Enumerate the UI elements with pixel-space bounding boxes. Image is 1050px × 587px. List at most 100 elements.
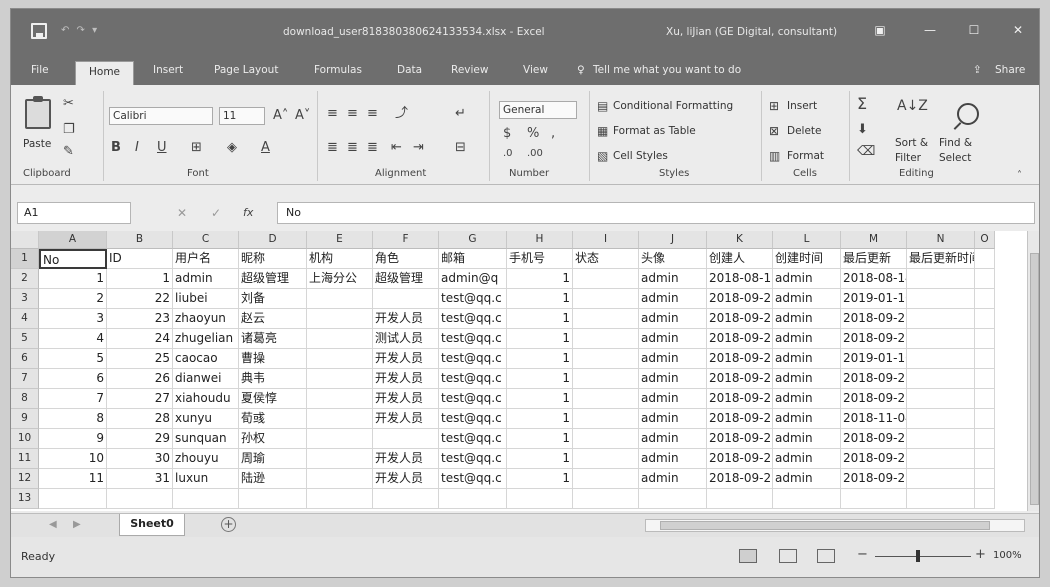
row-header[interactable]: 1 bbox=[11, 249, 39, 269]
tab-insert[interactable]: Insert bbox=[153, 64, 183, 76]
table-cell[interactable]: 诸葛亮 bbox=[239, 329, 307, 349]
table-cell[interactable]: 1 bbox=[507, 369, 573, 389]
table-cell[interactable]: caocao bbox=[173, 349, 239, 369]
table-cell[interactable]: admin bbox=[639, 409, 707, 429]
header-cell[interactable]: 最后更新 bbox=[841, 249, 907, 269]
table-cell[interactable]: admin bbox=[639, 449, 707, 469]
tab-file[interactable]: File bbox=[31, 64, 49, 76]
table-cell[interactable] bbox=[573, 309, 639, 329]
sort-filter-label-1[interactable]: Sort & bbox=[895, 137, 928, 149]
formula-input[interactable]: No bbox=[277, 202, 1035, 224]
table-cell[interactable]: 2018-09-23 19:45:57 bbox=[841, 369, 907, 389]
tab-home[interactable]: Home bbox=[75, 61, 135, 85]
table-cell[interactable] bbox=[975, 349, 995, 369]
paste-icon[interactable] bbox=[25, 96, 51, 129]
column-header-o[interactable]: O bbox=[975, 231, 995, 249]
align-bottom-icon[interactable]: ≡ bbox=[367, 107, 378, 121]
table-cell[interactable] bbox=[439, 489, 507, 509]
column-header-i[interactable]: I bbox=[573, 231, 639, 249]
conditional-formatting-button[interactable]: Conditional Formatting bbox=[613, 100, 733, 112]
table-cell[interactable]: 2018-08-14 11:11:11 bbox=[841, 269, 907, 289]
table-cell[interactable]: 11 bbox=[39, 469, 107, 489]
table-cell[interactable]: 1 bbox=[107, 269, 173, 289]
account-name[interactable]: Xu, liJian (GE Digital, consultant) bbox=[666, 26, 837, 38]
table-cell[interactable]: 1 bbox=[507, 329, 573, 349]
increase-decimal-icon[interactable]: .0 bbox=[503, 147, 513, 161]
cell-styles-button[interactable]: Cell Styles bbox=[613, 150, 668, 162]
decrease-decimal-icon[interactable]: .00 bbox=[527, 147, 543, 161]
column-header-e[interactable]: E bbox=[307, 231, 373, 249]
table-cell[interactable] bbox=[307, 389, 373, 409]
vertical-scroll-thumb[interactable] bbox=[1030, 253, 1039, 505]
table-cell[interactable]: 26 bbox=[107, 369, 173, 389]
page-layout-view-icon[interactable] bbox=[779, 549, 797, 563]
row-header[interactable]: 10 bbox=[11, 429, 39, 449]
sort-filter-label-2[interactable]: Filter bbox=[895, 152, 921, 164]
tab-data[interactable]: Data bbox=[397, 64, 422, 76]
table-cell[interactable]: 8 bbox=[39, 409, 107, 429]
normal-view-icon[interactable] bbox=[739, 549, 757, 563]
column-header-k[interactable]: K bbox=[707, 231, 773, 249]
table-cell[interactable]: admin bbox=[639, 349, 707, 369]
table-cell[interactable]: admin bbox=[639, 429, 707, 449]
name-box[interactable]: A1 bbox=[17, 202, 131, 224]
table-cell[interactable] bbox=[907, 269, 975, 289]
table-cell[interactable]: admin bbox=[639, 469, 707, 489]
table-cell[interactable]: admin bbox=[773, 429, 841, 449]
insert-function-icon[interactable]: fx bbox=[243, 206, 253, 220]
table-cell[interactable]: admin bbox=[773, 329, 841, 349]
row-header[interactable]: 5 bbox=[11, 329, 39, 349]
table-cell[interactable] bbox=[173, 489, 239, 509]
tab-page-layout[interactable]: Page Layout bbox=[214, 64, 278, 76]
currency-icon[interactable]: $ bbox=[503, 127, 511, 141]
row-header[interactable]: 3 bbox=[11, 289, 39, 309]
header-cell[interactable]: 邮箱 bbox=[439, 249, 507, 269]
find-select-label-1[interactable]: Find & bbox=[939, 137, 972, 149]
fill-color-icon[interactable]: ◈ bbox=[227, 141, 237, 155]
ribbon-display-icon[interactable]: ▣ bbox=[869, 21, 891, 39]
table-cell[interactable] bbox=[975, 289, 995, 309]
table-cell[interactable]: 1 bbox=[507, 409, 573, 429]
autosum-icon[interactable]: Σ bbox=[857, 96, 867, 112]
header-cell[interactable]: 最后更新时间 bbox=[907, 249, 975, 269]
shrink-font-icon[interactable]: A˅ bbox=[295, 109, 310, 123]
table-cell[interactable]: admin bbox=[773, 469, 841, 489]
header-cell[interactable]: 机构 bbox=[307, 249, 373, 269]
horizontal-scrollbar[interactable] bbox=[645, 519, 1025, 532]
sort-filter-icon[interactable]: A↓Z bbox=[897, 99, 928, 113]
prev-sheet-icon[interactable]: ◀ bbox=[49, 518, 57, 532]
table-cell[interactable] bbox=[573, 469, 639, 489]
header-cell[interactable]: 用户名 bbox=[173, 249, 239, 269]
fill-icon[interactable]: ⬇ bbox=[857, 123, 868, 137]
table-cell[interactable] bbox=[307, 369, 373, 389]
table-cell[interactable]: 开发人员 bbox=[373, 469, 439, 489]
table-cell[interactable]: 2018-09-2 bbox=[707, 449, 773, 469]
table-cell[interactable]: 1 bbox=[507, 349, 573, 369]
table-cell[interactable]: 开发人员 bbox=[373, 349, 439, 369]
zoom-in-icon[interactable]: + bbox=[975, 548, 986, 562]
row-header[interactable]: 8 bbox=[11, 389, 39, 409]
table-cell[interactable] bbox=[573, 489, 639, 509]
table-cell[interactable]: 2018-09-2 bbox=[707, 309, 773, 329]
page-break-view-icon[interactable] bbox=[817, 549, 835, 563]
table-cell[interactable]: 刘备 bbox=[239, 289, 307, 309]
align-top-icon[interactable]: ≡ bbox=[327, 107, 338, 121]
column-header-b[interactable]: B bbox=[107, 231, 173, 249]
table-cell[interactable]: luxun bbox=[173, 469, 239, 489]
table-cell[interactable]: 测试人员 bbox=[373, 329, 439, 349]
table-cell[interactable] bbox=[639, 489, 707, 509]
table-cell[interactable] bbox=[307, 469, 373, 489]
row-header[interactable]: 11 bbox=[11, 449, 39, 469]
align-middle-icon[interactable]: ≡ bbox=[347, 107, 358, 121]
underline-icon[interactable]: U bbox=[157, 141, 167, 155]
table-cell[interactable]: test@qq.c bbox=[439, 369, 507, 389]
row-header[interactable]: 13 bbox=[11, 489, 39, 509]
tab-view[interactable]: View bbox=[523, 64, 548, 76]
table-cell[interactable]: test@qq.c bbox=[439, 329, 507, 349]
header-cell[interactable]: 角色 bbox=[373, 249, 439, 269]
header-cell[interactable]: 状态 bbox=[573, 249, 639, 269]
paste-button[interactable]: Paste bbox=[23, 138, 51, 150]
table-cell[interactable] bbox=[907, 329, 975, 349]
table-cell[interactable]: 1 bbox=[507, 309, 573, 329]
table-cell[interactable]: 2018-09-23 19:46:17 bbox=[841, 389, 907, 409]
